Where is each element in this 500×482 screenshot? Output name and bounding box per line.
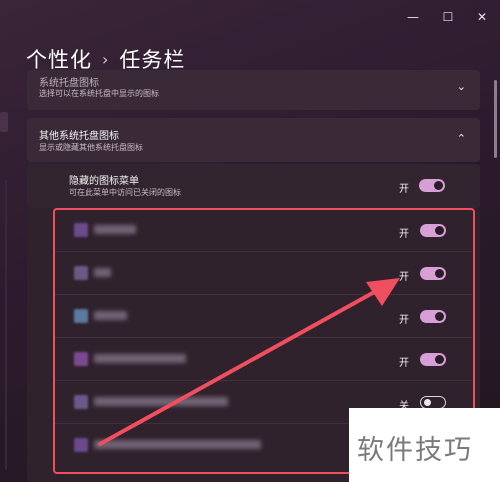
watermark: 软件技巧 [349, 408, 500, 482]
watermark-text: 软件技巧 [357, 435, 473, 466]
